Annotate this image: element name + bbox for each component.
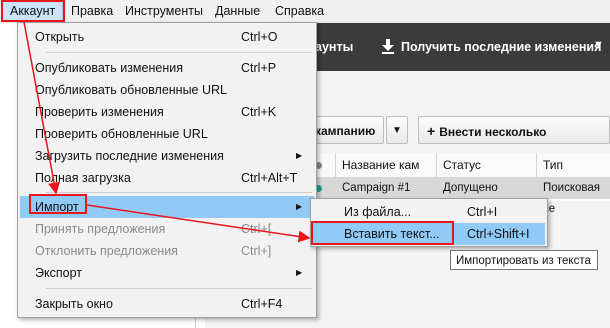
annotation-arrows	[23, 21, 311, 243]
annotation-arrow-1	[23, 21, 60, 195]
annotation-arrow-2	[86, 204, 311, 243]
